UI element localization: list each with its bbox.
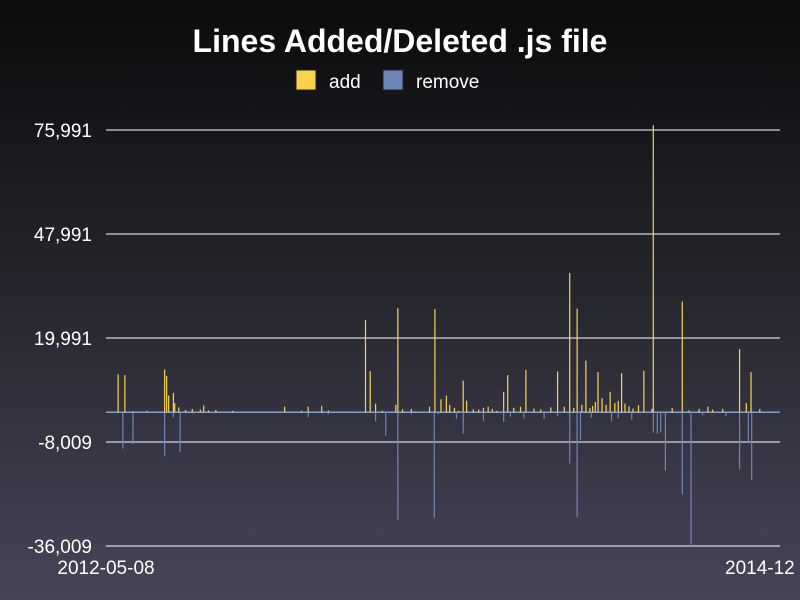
y-tick-label: 19,991 xyxy=(34,329,92,350)
series-remove xyxy=(122,412,753,546)
chart-title: Lines Added/Deleted .js file xyxy=(193,23,608,59)
chart: Lines Added/Deleted .js file add remove … xyxy=(28,23,795,579)
y-tick-label: 47,991 xyxy=(34,225,92,246)
grid xyxy=(106,129,780,547)
x-tick-label: 2014-12 xyxy=(725,558,795,579)
y-tick-label: 75,991 xyxy=(34,121,92,142)
y-tick-label: -8,009 xyxy=(38,433,92,454)
legend-label-add: add xyxy=(329,72,361,93)
series-add xyxy=(117,125,761,413)
series-layer xyxy=(106,125,780,546)
y-axis-ticks: 75,991 47,991 19,991 -8,009 -36,009 xyxy=(28,121,92,558)
x-axis-ticks: 2012-05-08 2014-12 xyxy=(57,558,794,579)
y-tick-label: -36,009 xyxy=(28,537,92,558)
legend: add remove xyxy=(295,69,479,93)
legend-swatch-remove xyxy=(382,69,404,91)
legend-label-remove: remove xyxy=(416,72,479,93)
x-tick-label: 2012-05-08 xyxy=(57,558,154,579)
legend-swatch-add xyxy=(295,69,317,91)
